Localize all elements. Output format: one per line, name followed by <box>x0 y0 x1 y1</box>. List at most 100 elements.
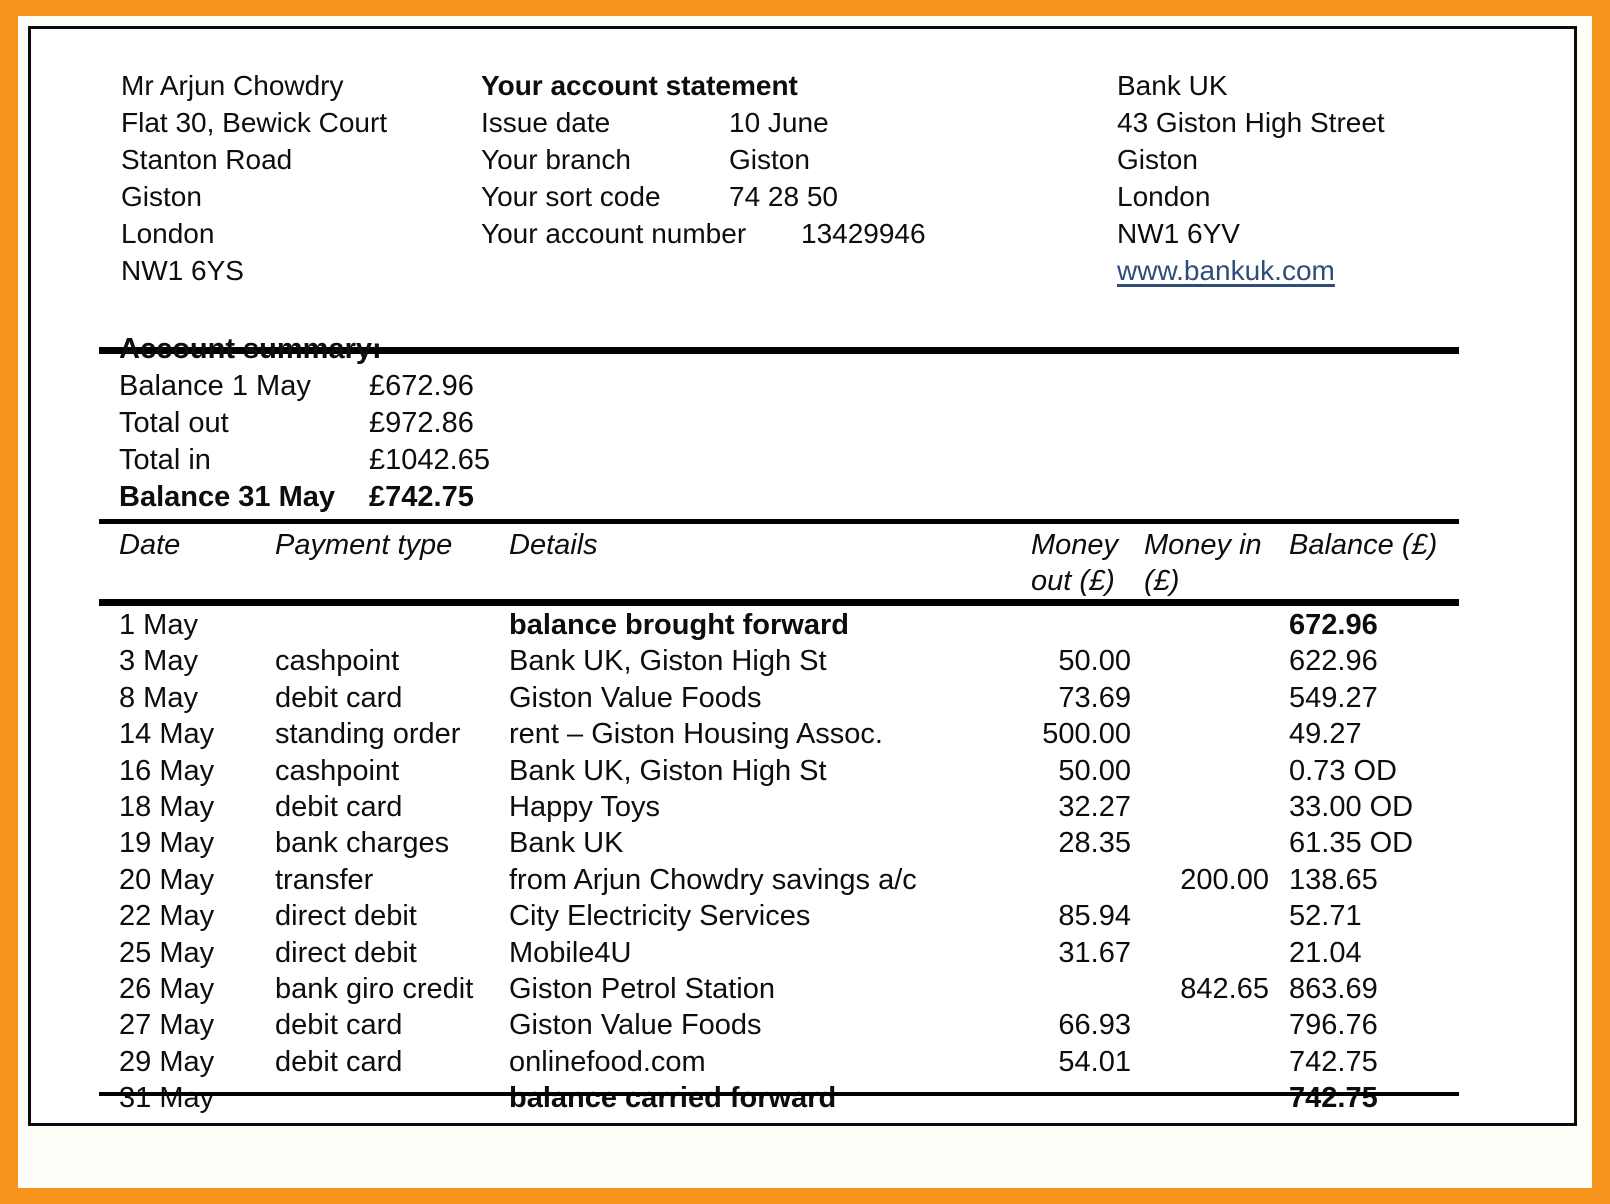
cell-balance: 61.35 OD <box>1289 827 1414 860</box>
table-row: 29 May debit card onlinefood.com 54.01 742.7… <box>31 1044 1574 1080</box>
bank-address-line-3: London <box>1117 181 1211 212</box>
account-summary-block: Account summary: Balance 1 May £672.96 T… <box>119 331 819 516</box>
table-row: 18 May debit card Happy Toys 32.27 33.00 OD <box>31 789 1574 825</box>
cell-money-out: 500.00 <box>1042 718 1131 751</box>
cell-money-out: 32.27 <box>1058 790 1131 823</box>
transactions-table-header: Date Payment type Details Money out (£) … <box>31 527 1574 605</box>
bank-statement-page: Mr Arjun Chowdry Flat 30, Bewick Court S… <box>28 26 1577 1126</box>
cell-details: Mobile4U <box>509 936 632 969</box>
summary-row: Balance 1 May £672.96 <box>119 368 819 405</box>
cell-payment-type: standing order <box>275 718 461 751</box>
table-row: 22 May direct debit City Electricity Servi… <box>31 898 1574 934</box>
sort-code-label: Your sort code <box>481 181 661 212</box>
cell-details: Bank UK, Giston High St <box>509 754 827 787</box>
cell-balance: 672.96 <box>1289 609 1378 641</box>
cell-date: 20 May <box>119 863 215 896</box>
account-number-label: Your account number <box>481 218 747 249</box>
cell-details: Bank UK <box>509 827 624 860</box>
cell-details: from Arjun Chowdry savings a/c <box>509 863 917 896</box>
cell-money-out: 54.01 <box>1058 1045 1131 1078</box>
cell-money-out: 73.69 <box>1058 681 1131 714</box>
cell-money-in: 200.00 <box>1180 863 1269 896</box>
bank-website-link[interactable]: www.bankuk.com <box>1117 252 1537 289</box>
sort-code-value: 74 28 50 <box>729 181 838 212</box>
customer-address-block: Mr Arjun Chowdry Flat 30, Bewick Court S… <box>121 67 481 289</box>
cell-payment-type: debit card <box>275 1009 403 1042</box>
cell-date: 29 May <box>119 1045 215 1078</box>
customer-postcode: NW1 6YS <box>121 255 244 286</box>
summary-label: Total in <box>119 444 211 476</box>
cell-payment-type: cashpoint <box>275 645 400 678</box>
cell-balance: 863.69 <box>1289 972 1378 1005</box>
cell-date: 27 May <box>119 1009 215 1042</box>
summary-label: Balance 31 May <box>119 481 336 513</box>
table-row: 3 May cashpoint Bank UK, Giston High St 50.… <box>31 643 1574 679</box>
column-header-money-in: Money in (£) <box>1144 529 1262 597</box>
cell-date: 22 May <box>119 900 215 933</box>
cell-details: Happy Toys <box>509 790 660 823</box>
cell-balance: 622.96 <box>1289 645 1378 678</box>
cell-money-out: 50.00 <box>1058 754 1131 787</box>
bank-name: Bank UK <box>1117 70 1228 101</box>
cell-balance: 49.27 <box>1289 718 1362 751</box>
cell-money-in: 842.65 <box>1180 972 1269 1005</box>
bank-postcode: NW1 6YV <box>1117 218 1240 249</box>
cell-payment-type: direct debit <box>275 900 417 933</box>
issue-date-row: Issue date 10 June <box>481 104 1101 141</box>
summary-value: £672.96 <box>369 370 474 402</box>
summary-value: £1042.65 <box>369 444 490 476</box>
cell-payment-type: debit card <box>275 790 403 823</box>
cell-date: 3 May <box>119 645 198 678</box>
branch-row: Your branch Giston <box>481 141 1101 178</box>
summary-row-closing-balance: Balance 31 May £742.75 <box>119 479 819 516</box>
cell-balance: 138.65 <box>1289 863 1378 896</box>
cell-money-out: 31.67 <box>1058 936 1131 969</box>
cell-details: City Electricity Services <box>509 900 811 933</box>
sort-code-row: Your sort code 74 28 50 <box>481 178 1101 215</box>
customer-name: Mr Arjun Chowdry <box>121 70 344 101</box>
cell-details: Giston Petrol Station <box>509 972 775 1005</box>
table-row: 26 May bank giro credit Giston Petrol Stat… <box>31 971 1574 1007</box>
customer-address-line-4: London <box>121 218 215 249</box>
cell-details: Giston Value Foods <box>509 1009 762 1042</box>
cell-payment-type: transfer <box>275 863 374 896</box>
branch-value: Giston <box>729 144 810 175</box>
statement-title: Your account statement <box>481 70 798 101</box>
table-row: 8 May debit card Giston Value Foods 73.69 54… <box>31 680 1574 716</box>
cell-date: 8 May <box>119 681 198 714</box>
cell-details: balance brought forward <box>509 609 849 641</box>
table-header-bottom-rule <box>99 599 1459 606</box>
table-row: 1 May balance brought forward 672.96 <box>31 607 1574 643</box>
cell-payment-type: debit card <box>275 1045 403 1078</box>
summary-row: Total in £1042.65 <box>119 442 819 479</box>
table-row: 25 May direct debit Mobile4U 31.67 21.04 <box>31 935 1574 971</box>
cell-money-out: 50.00 <box>1058 645 1131 678</box>
branch-label: Your branch <box>481 144 631 175</box>
cell-money-out: 28.35 <box>1058 827 1131 860</box>
table-row: 27 May debit card Giston Value Foods 66.93 7… <box>31 1007 1574 1043</box>
cell-date: 1 May <box>119 609 198 641</box>
cell-balance: 742.75 <box>1289 1045 1378 1078</box>
bank-address-line-1: 43 Giston High Street <box>1117 107 1385 138</box>
bank-address-line-2: Giston <box>1117 144 1198 175</box>
column-header-payment-type: Payment type <box>275 529 453 561</box>
cell-date: 18 May <box>119 790 215 823</box>
cell-details: Bank UK, Giston High St <box>509 645 827 678</box>
cell-details: balance carried forward <box>509 1082 837 1115</box>
cell-details: onlinefood.com <box>509 1045 706 1078</box>
cell-date: 19 May <box>119 827 215 860</box>
customer-address-line-2: Stanton Road <box>121 144 293 175</box>
cell-money-out: 85.94 <box>1058 900 1131 933</box>
cell-balance: 33.00 OD <box>1289 790 1414 823</box>
orange-document-frame: Mr Arjun Chowdry Flat 30, Bewick Court S… <box>0 0 1610 1204</box>
cell-balance: 742.75 <box>1289 1082 1378 1115</box>
column-header-details: Details <box>509 529 598 561</box>
cell-balance: 549.27 <box>1289 681 1378 714</box>
table-top-rule <box>99 519 1459 524</box>
column-header-money-out: Money out (£) <box>1031 529 1119 597</box>
transactions-table-body: 1 May balance brought forward 672.96 3 May c… <box>31 607 1574 1116</box>
cell-details: Giston Value Foods <box>509 681 762 714</box>
issue-date-value: 10 June <box>729 107 829 138</box>
cell-payment-type: bank giro credit <box>275 972 474 1005</box>
cell-date: 31 May <box>119 1082 215 1115</box>
